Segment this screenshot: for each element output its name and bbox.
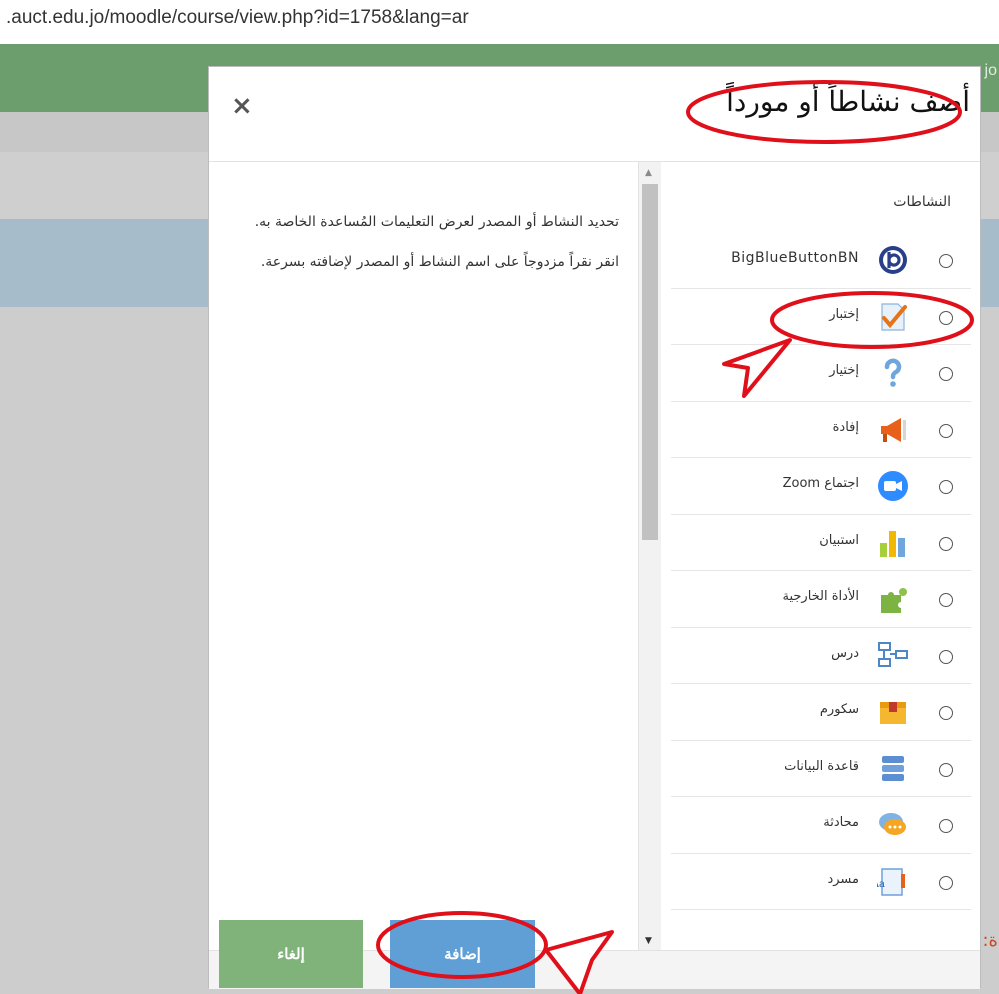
option-radio[interactable] xyxy=(939,536,953,551)
option-radio[interactable] xyxy=(939,762,953,777)
svg-text:Aa: Aa xyxy=(877,879,885,890)
option-label: الأداة الخارجية xyxy=(782,589,859,604)
address-bar-url: .auct.edu.jo/moodle/course/view.php?id=1… xyxy=(6,7,469,28)
option-quiz[interactable]: إختبار xyxy=(671,289,971,345)
option-label: سكورم xyxy=(819,702,859,717)
activity-options-list: BigBlueButtonBN إختبار إختيار إفادة اجتم… xyxy=(671,232,971,910)
chat-icon xyxy=(879,813,906,835)
option-zoom[interactable]: اجتماع Zoom xyxy=(671,458,971,515)
bigbluebutton-icon xyxy=(879,246,907,274)
option-label: استبيان xyxy=(819,532,859,548)
option-label: BigBlueButtonBN xyxy=(731,250,859,266)
option-label: إختيار xyxy=(829,363,859,378)
add-button[interactable]: إضافة xyxy=(390,920,535,988)
activity-chooser-dialog: أضف نشاطاً أو مورداً × تحديد النشاط أو ا… xyxy=(208,66,981,989)
option-label: محادثة xyxy=(823,815,859,830)
dialog-header: أضف نشاطاً أو مورداً × xyxy=(209,67,980,162)
option-bigbluebutton[interactable]: BigBlueButtonBN xyxy=(671,232,971,289)
database-icon xyxy=(882,755,904,781)
option-label: اجتماع Zoom xyxy=(782,476,859,491)
external-tool-icon xyxy=(881,588,907,613)
help-pane: تحديد النشاط أو المصدر لعرض التعليمات ال… xyxy=(209,162,639,950)
scroll-down-arrow-icon[interactable]: ▼ xyxy=(645,936,652,946)
scroll-up-arrow-icon[interactable]: ▲ xyxy=(645,168,652,178)
option-label: قاعدة البيانات xyxy=(784,758,859,774)
option-feedback[interactable]: إفادة xyxy=(671,402,971,458)
option-choice[interactable]: إختيار xyxy=(671,345,971,402)
option-label: درس xyxy=(831,645,859,661)
quiz-icon xyxy=(881,302,907,331)
lesson-icon xyxy=(878,641,908,667)
option-label: إختبار xyxy=(829,306,859,322)
option-radio[interactable] xyxy=(939,367,953,381)
glossary-icon: Aa xyxy=(877,867,905,896)
chooser-body: تحديد النشاط أو المصدر لعرض التعليمات ال… xyxy=(209,162,980,950)
feedback-icon xyxy=(881,417,906,442)
options-scrollbar[interactable]: ▲ ▼ xyxy=(639,162,661,950)
option-glossary[interactable]: Aa مسرد xyxy=(671,854,971,910)
options-pane: النشاطات BigBlueButtonBN إختبار إختيار إ… xyxy=(661,162,981,950)
zoom-icon xyxy=(878,471,908,501)
option-radio[interactable] xyxy=(939,593,953,607)
option-radio[interactable] xyxy=(939,254,953,268)
option-radio[interactable] xyxy=(939,706,953,720)
dialog-title: أضف نشاطاً أو مورداً xyxy=(726,85,970,118)
section-label-activities: النشاطات xyxy=(893,194,951,210)
option-radio[interactable] xyxy=(939,310,953,325)
survey-icon xyxy=(880,530,905,557)
option-radio[interactable] xyxy=(939,819,953,833)
help-text: تحديد النشاط أو المصدر لعرض التعليمات ال… xyxy=(254,214,619,270)
address-bar[interactable]: .auct.edu.jo/moodle/course/view.php?id=1… xyxy=(0,0,999,36)
site-header-text: jo xyxy=(984,62,997,79)
option-database[interactable]: قاعدة البيانات xyxy=(671,741,971,797)
option-scorm[interactable]: سكورم xyxy=(671,684,971,741)
close-icon[interactable]: × xyxy=(231,91,253,121)
scorm-icon xyxy=(880,702,906,724)
option-chat[interactable]: محادثة xyxy=(671,797,971,854)
option-external-tool[interactable]: الأداة الخارجية xyxy=(671,571,971,628)
option-label: مسرد xyxy=(827,871,859,887)
option-survey[interactable]: استبيان xyxy=(671,515,971,571)
option-radio[interactable] xyxy=(939,423,953,438)
option-lesson[interactable]: درس xyxy=(671,628,971,684)
option-radio[interactable] xyxy=(939,480,953,494)
option-radio[interactable] xyxy=(939,649,953,664)
cancel-button[interactable]: إلغاء xyxy=(219,920,363,988)
scroll-thumb[interactable] xyxy=(642,184,658,540)
choice-icon xyxy=(884,358,902,387)
option-radio[interactable] xyxy=(939,875,953,890)
option-label: إفادة xyxy=(832,419,859,435)
dialog-footer: إلغاء إضافة xyxy=(209,920,980,989)
